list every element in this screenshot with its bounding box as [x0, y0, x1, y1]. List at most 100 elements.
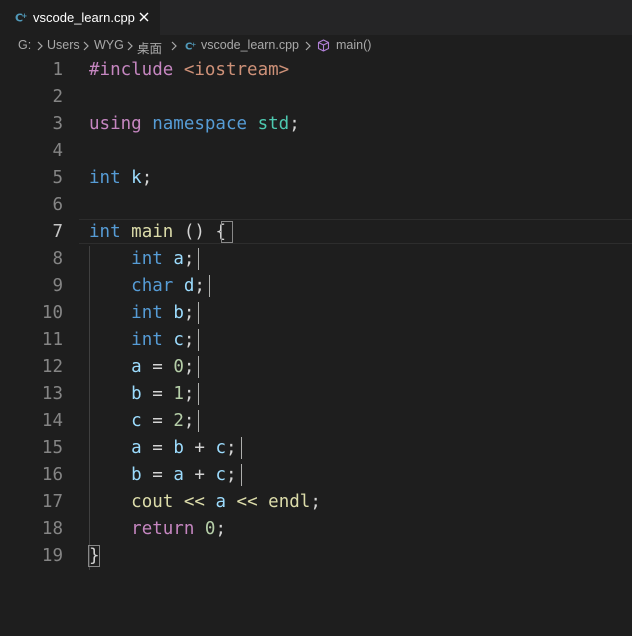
code-line[interactable]: 1 #include <iostream> — [0, 57, 632, 84]
breadcrumb-item-desktop[interactable]: 桌面 — [137, 38, 162, 57]
line-number: 4 — [52, 141, 63, 161]
chevron-right-icon — [305, 41, 311, 51]
code-token: = — [141, 357, 174, 377]
code-token: c — [173, 330, 184, 350]
breadcrumb-item-symbol[interactable]: main() — [336, 38, 371, 52]
code-editor[interactable]: 1 #include <iostream> 2 3 using namespace st… — [0, 57, 632, 636]
code-token: char — [131, 276, 184, 296]
code-line[interactable]: 11 int c; — [0, 327, 632, 354]
code-token: ; — [183, 357, 195, 377]
tab-vscode-learn-cpp[interactable]: C + vscode_learn.cpp — [0, 0, 160, 35]
code-line[interactable]: 14 c = 2; — [0, 408, 632, 435]
line-number: 1 — [52, 60, 63, 80]
code-line[interactable]: 9 char d; — [0, 273, 632, 300]
code-token: 0 — [173, 357, 184, 377]
code-token: a — [173, 249, 184, 269]
code-line[interactable]: 10 int b; — [0, 300, 632, 327]
code-line[interactable]: 4 — [0, 138, 632, 165]
code-token: 1 — [173, 384, 184, 404]
line-number: 8 — [52, 249, 63, 269]
bracket-match-close — [88, 545, 100, 567]
code-token: = — [141, 465, 174, 485]
code-token: c — [215, 438, 227, 458]
line-number: 6 — [52, 195, 63, 215]
line-number: 11 — [41, 330, 63, 350]
code-line[interactable]: 13 b = 1; — [0, 381, 632, 408]
tab-bar: C + vscode_learn.cpp — [0, 0, 632, 35]
code-token: b — [131, 384, 142, 404]
line-code: using namespace std; — [89, 111, 300, 138]
line-number: 16 — [41, 465, 63, 485]
code-token: d — [183, 276, 195, 296]
breadcrumb-item-file[interactable]: vscode_learn.cpp — [201, 38, 299, 52]
line-code: cout << a << endl; — [89, 489, 321, 516]
chevron-right-icon — [83, 41, 89, 51]
breadcrumb: G: Users WYG 桌面 C + vscode_learn.cpp mai… — [0, 35, 632, 57]
code-line[interactable]: 12 a = 0; — [0, 354, 632, 381]
code-token: = — [141, 384, 174, 404]
tab-label: vscode_learn.cpp — [33, 10, 135, 25]
line-number: 18 — [41, 519, 63, 539]
line-code: int c; — [89, 327, 194, 354]
svg-text:+: + — [22, 12, 28, 20]
code-token: b — [173, 438, 184, 458]
code-line[interactable]: 7 int main () { — [0, 219, 632, 246]
breadcrumb-item-wyg[interactable]: WYG — [94, 38, 124, 52]
cursor — [209, 275, 210, 297]
line-code: return 0; — [89, 516, 226, 543]
code-token: a — [173, 465, 184, 485]
cursor — [198, 329, 199, 351]
cursor — [198, 410, 199, 432]
line-number: 13 — [41, 384, 63, 404]
code-token: ; — [226, 465, 237, 485]
code-token: k — [131, 168, 142, 188]
code-token: b — [131, 465, 142, 485]
cursor — [198, 302, 199, 324]
line-code: int main () { — [89, 219, 226, 246]
code-line[interactable]: 17 cout << a << endl; — [0, 489, 632, 516]
code-line[interactable]: 8 int a; — [0, 246, 632, 273]
close-icon[interactable] — [137, 10, 151, 24]
code-token: c — [131, 411, 142, 431]
code-token: ; — [215, 519, 227, 539]
code-line[interactable]: 3 using namespace std; — [0, 111, 632, 138]
line-code: b = a + c; — [89, 462, 237, 489]
bracket-match-open — [221, 221, 233, 243]
code-line[interactable]: 16 b = a + c; — [0, 462, 632, 489]
line-code: char d; — [89, 273, 205, 300]
code-line[interactable]: 5 int k; — [0, 165, 632, 192]
code-token: return — [131, 519, 205, 539]
code-token: int — [89, 222, 132, 242]
chevron-right-icon — [127, 41, 133, 51]
breadcrumb-item-users[interactable]: Users — [47, 38, 80, 52]
code-token: ; — [310, 492, 321, 512]
line-code: int a; — [89, 246, 194, 273]
line-number: 3 — [52, 114, 63, 134]
line-code: c = 2; — [89, 408, 194, 435]
line-number: 9 — [52, 276, 63, 296]
code-token: 2 — [173, 411, 184, 431]
code-token: endl — [268, 492, 311, 512]
code-token: () — [173, 222, 216, 242]
code-token: = — [141, 411, 174, 431]
code-token: int — [131, 249, 174, 269]
line-number: 17 — [41, 492, 63, 512]
code-line[interactable]: 18 return 0; — [0, 516, 632, 543]
code-line[interactable]: 2 — [0, 84, 632, 111]
code-token: c — [215, 465, 227, 485]
code-line[interactable]: 6 — [0, 192, 632, 219]
cursor — [198, 383, 199, 405]
code-token: main — [131, 222, 174, 242]
code-line[interactable]: 15 a = b + c; — [0, 435, 632, 462]
breadcrumb-item-drive[interactable]: G: — [18, 38, 31, 52]
code-token: std — [257, 114, 290, 134]
code-token: << — [226, 492, 269, 512]
